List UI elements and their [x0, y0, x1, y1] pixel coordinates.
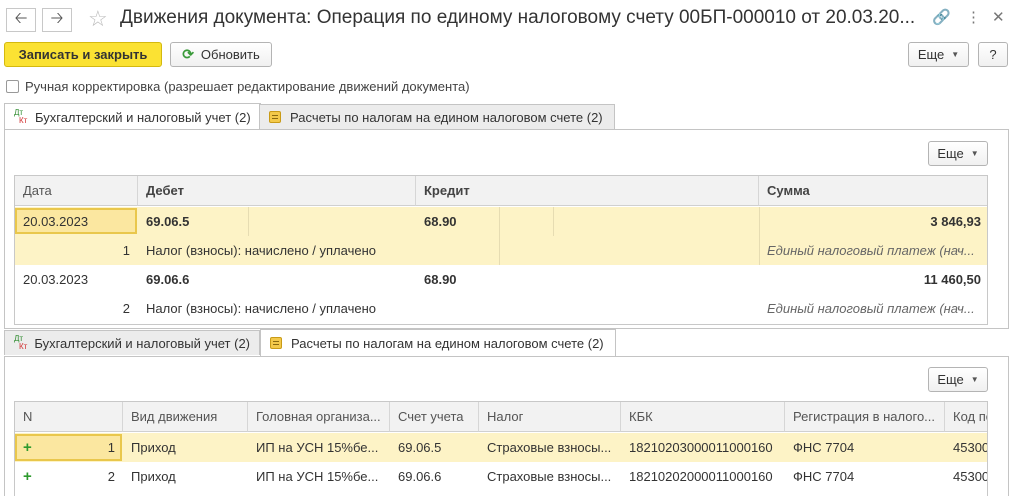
more-label: Еще	[917, 47, 945, 62]
row-date: 20.03.2023	[23, 214, 89, 229]
column-header-n[interactable]: N	[15, 402, 123, 432]
caret-down-icon: ▼	[970, 149, 979, 158]
arrow-left-icon: 🡠	[14, 9, 28, 27]
ens-more-label: Еще	[937, 372, 964, 387]
column-header-credit[interactable]: Кредит	[416, 176, 759, 206]
row-org: ИП на УСН 15%бе...	[256, 469, 379, 484]
tab-accounting-label: Бухгалтерский и налоговый учет (2)	[35, 109, 251, 125]
row-content: Налог (взносы): начислено / уплачено	[146, 301, 376, 316]
window-title: Движения документа: Операция по единому …	[120, 7, 916, 28]
row-account: 69.06.5	[398, 440, 442, 455]
row-note: Единый налоговый платеж (нач...	[767, 301, 975, 316]
row-credit: 68.90	[424, 214, 457, 229]
column-divider	[553, 207, 554, 236]
row-amount: 11 460,50	[923, 272, 981, 287]
save-and-close-button[interactable]: Записать и закрыть	[4, 42, 162, 67]
column-header-registration[interactable]: Регистрация в налого...	[785, 402, 945, 432]
ens-more-button[interactable]: Еще ▼	[928, 367, 988, 392]
row-debit: 69.06.5	[146, 214, 190, 229]
column-header-kbk[interactable]: КБК	[621, 402, 785, 432]
tab-ens-label: Расчеты по налогам на едином налоговом с…	[290, 109, 603, 125]
back-button[interactable]: 🡠	[6, 8, 36, 32]
row-org: ИП на УСН 15%бе...	[256, 440, 379, 455]
accounting-more-label: Еще	[937, 146, 964, 161]
register-icon	[269, 111, 281, 123]
dt-kt-icon: Дт Кт	[14, 334, 28, 351]
tab-accounting-lower[interactable]: Дт Кт Бухгалтерский и налоговый учет (2)	[4, 330, 260, 355]
caret-down-icon: ▼	[970, 375, 979, 384]
row-note: Единый налоговый платеж (нач...	[767, 243, 975, 258]
refresh-icon: ⟳	[182, 46, 194, 62]
accounting-table: Дата Дебет Кредит Сумма 20.03.2023 69.06…	[14, 175, 988, 325]
movement-plus-icon: +	[23, 468, 32, 485]
row-number: 2	[122, 301, 130, 316]
refresh-label: Обновить	[200, 47, 260, 62]
caret-down-icon: ▼	[951, 50, 960, 59]
column-header-date[interactable]: Дата	[15, 176, 138, 206]
row-tax: Страховые взносы...	[487, 440, 612, 455]
row-n: 1	[107, 440, 115, 455]
column-divider	[499, 207, 500, 265]
row-registration: ФНС 7704	[793, 440, 855, 455]
favorite-star-icon[interactable]: ☆	[88, 6, 108, 32]
row-kbk: 18210202000011000160	[629, 469, 773, 484]
help-button[interactable]: ?	[978, 42, 1008, 67]
row-code: 45300	[953, 469, 988, 484]
movement-plus-icon: +	[23, 439, 32, 456]
manual-edit-checkbox[interactable]	[6, 80, 19, 93]
arrow-right-icon: 🡢	[50, 9, 64, 27]
tab-ens-lower[interactable]: Расчеты по налогам на едином налоговом с…	[260, 329, 616, 356]
row-kind: Приход	[131, 469, 176, 484]
save-and-close-label: Записать и закрыть	[18, 47, 148, 62]
refresh-button[interactable]: ⟳ Обновить	[170, 42, 272, 67]
column-header-account[interactable]: Счет учета	[390, 402, 479, 432]
accounting-more-button[interactable]: Еще ▼	[928, 141, 988, 166]
column-header-kind[interactable]: Вид движения	[123, 402, 248, 432]
row-date: 20.03.2023	[23, 272, 89, 287]
row-registration: ФНС 7704	[793, 469, 855, 484]
row-credit: 68.90	[424, 272, 457, 287]
column-divider	[248, 207, 249, 236]
more-button[interactable]: Еще ▼	[908, 42, 969, 67]
link-icon[interactable]: 🔗	[932, 8, 951, 26]
row-code: 45300	[953, 440, 988, 455]
column-header-tax[interactable]: Налог	[479, 402, 621, 432]
dt-kt-icon: Дт Кт	[14, 108, 28, 125]
column-header-amount[interactable]: Сумма	[759, 176, 987, 206]
row-content: Налог (взносы): начислено / уплачено	[146, 243, 376, 258]
row-kbk: 18210203000011000160	[629, 440, 773, 455]
menu-dots-icon[interactable]: ⋮	[966, 8, 981, 26]
row-debit: 69.06.6	[146, 272, 190, 287]
help-label: ?	[989, 47, 997, 62]
ens-table: N Вид движения Головная организа... Счет…	[14, 401, 988, 496]
row-number: 1	[122, 243, 130, 258]
row-account: 69.06.6	[398, 469, 442, 484]
close-icon[interactable]: ✕	[992, 8, 1005, 26]
column-header-code[interactable]: Код по	[945, 402, 987, 432]
row-tax: Страховые взносы...	[487, 469, 612, 484]
row-n: 2	[107, 469, 115, 484]
tab-ens-lower-label: Расчеты по налогам на едином налоговом с…	[291, 335, 604, 351]
manual-edit-label: Ручная корректировка (разрешает редактир…	[25, 79, 470, 94]
register-icon	[270, 337, 282, 349]
column-header-org[interactable]: Головная организа...	[248, 402, 390, 432]
row-kind: Приход	[131, 440, 176, 455]
forward-button[interactable]: 🡢	[42, 8, 72, 32]
tab-accounting[interactable]: Дт Кт Бухгалтерский и налоговый учет (2)	[4, 103, 261, 130]
column-header-debit[interactable]: Дебет	[138, 176, 416, 206]
tab-accounting-lower-label: Бухгалтерский и налоговый учет (2)	[34, 335, 251, 351]
row-amount: 3 846,93	[930, 214, 981, 229]
tab-ens[interactable]: Расчеты по налогам на едином налоговом с…	[259, 104, 615, 129]
